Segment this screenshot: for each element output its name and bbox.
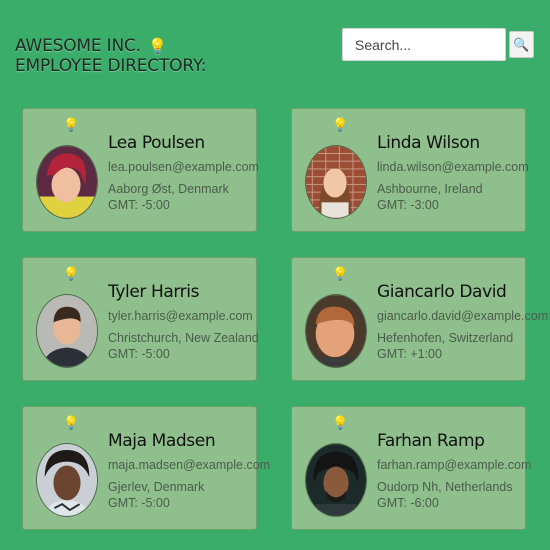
page-title: AWESOME INC. 💡 EMPLOYEE DIRECTORY:: [15, 36, 207, 76]
employee-card[interactable]: 💡 Maja Madsen maja.madsen@example.com Gj…: [22, 406, 271, 530]
employee-card[interactable]: 💡 Lea Poulsen lea.poulsen@example.com Aa…: [22, 108, 259, 232]
employee-card[interactable]: 💡 Giancarlo David giancarlo.david@exampl…: [291, 257, 549, 381]
avatar: [305, 443, 367, 517]
employee-timezone: GMT: -5:00: [108, 198, 170, 212]
employee-timezone: GMT: -5:00: [108, 496, 170, 510]
employee-location: Hefenhofen, Switzerland: [377, 331, 514, 345]
employee-location: Christchurch, New Zealand: [108, 331, 259, 345]
lightbulb-icon: 💡: [63, 117, 80, 132]
employee-email: farhan.ramp@example.com: [377, 458, 532, 472]
search-icon: 🔍: [513, 36, 530, 52]
directory-heading: EMPLOYEE DIRECTORY:: [15, 56, 207, 76]
avatar: [36, 443, 98, 517]
employee-email: linda.wilson@example.com: [377, 160, 529, 174]
lightbulb-icon: 💡: [332, 117, 349, 132]
employee-timezone: GMT: -5:00: [108, 347, 170, 361]
employee-card[interactable]: 💡 Linda Wilson linda.wilson@example.com …: [291, 108, 529, 232]
employee-name: Tyler Harris: [108, 282, 200, 302]
employee-card[interactable]: 💡 Farhan Ramp farhan.ramp@example.com Ou…: [291, 406, 532, 530]
employee-name: Linda Wilson: [377, 133, 480, 153]
employee-location: Ashbourne, Ireland: [377, 182, 483, 196]
employee-location: Gjerlev, Denmark: [108, 480, 205, 494]
employee-name: Maja Madsen: [108, 431, 216, 451]
avatar: [305, 294, 367, 368]
employee-timezone: GMT: -6:00: [377, 496, 439, 510]
search-bar: 🔍: [342, 28, 534, 61]
employee-email: lea.poulsen@example.com: [108, 160, 259, 174]
lightbulb-icon: 💡: [63, 415, 80, 430]
employee-name: Giancarlo David: [377, 282, 507, 302]
employee-location: Oudorp Nh, Netherlands: [377, 480, 513, 494]
search-button[interactable]: 🔍: [509, 31, 534, 58]
employee-email: maja.madsen@example.com: [108, 458, 271, 472]
avatar: [36, 294, 98, 368]
employee-location: Aaborg Øst, Denmark: [108, 182, 229, 196]
employee-name: Farhan Ramp: [377, 431, 485, 451]
lightbulb-icon: 💡: [63, 266, 80, 281]
lightbulb-icon: 💡: [148, 37, 167, 55]
employee-email: giancarlo.david@example.com: [377, 309, 549, 323]
search-input[interactable]: [342, 28, 506, 61]
employee-timezone: GMT: -3:00: [377, 198, 439, 212]
avatar: [305, 145, 367, 219]
company-name: AWESOME INC.: [15, 36, 141, 56]
employee-name: Lea Poulsen: [108, 133, 205, 153]
employee-email: tyler.harris@example.com: [108, 309, 253, 323]
employee-timezone: GMT: +1:00: [377, 347, 442, 361]
lightbulb-icon: 💡: [332, 266, 349, 281]
lightbulb-icon: 💡: [332, 415, 349, 430]
employee-card[interactable]: 💡 Tyler Harris tyler.harris@example.com …: [22, 257, 259, 381]
avatar: [36, 145, 98, 219]
